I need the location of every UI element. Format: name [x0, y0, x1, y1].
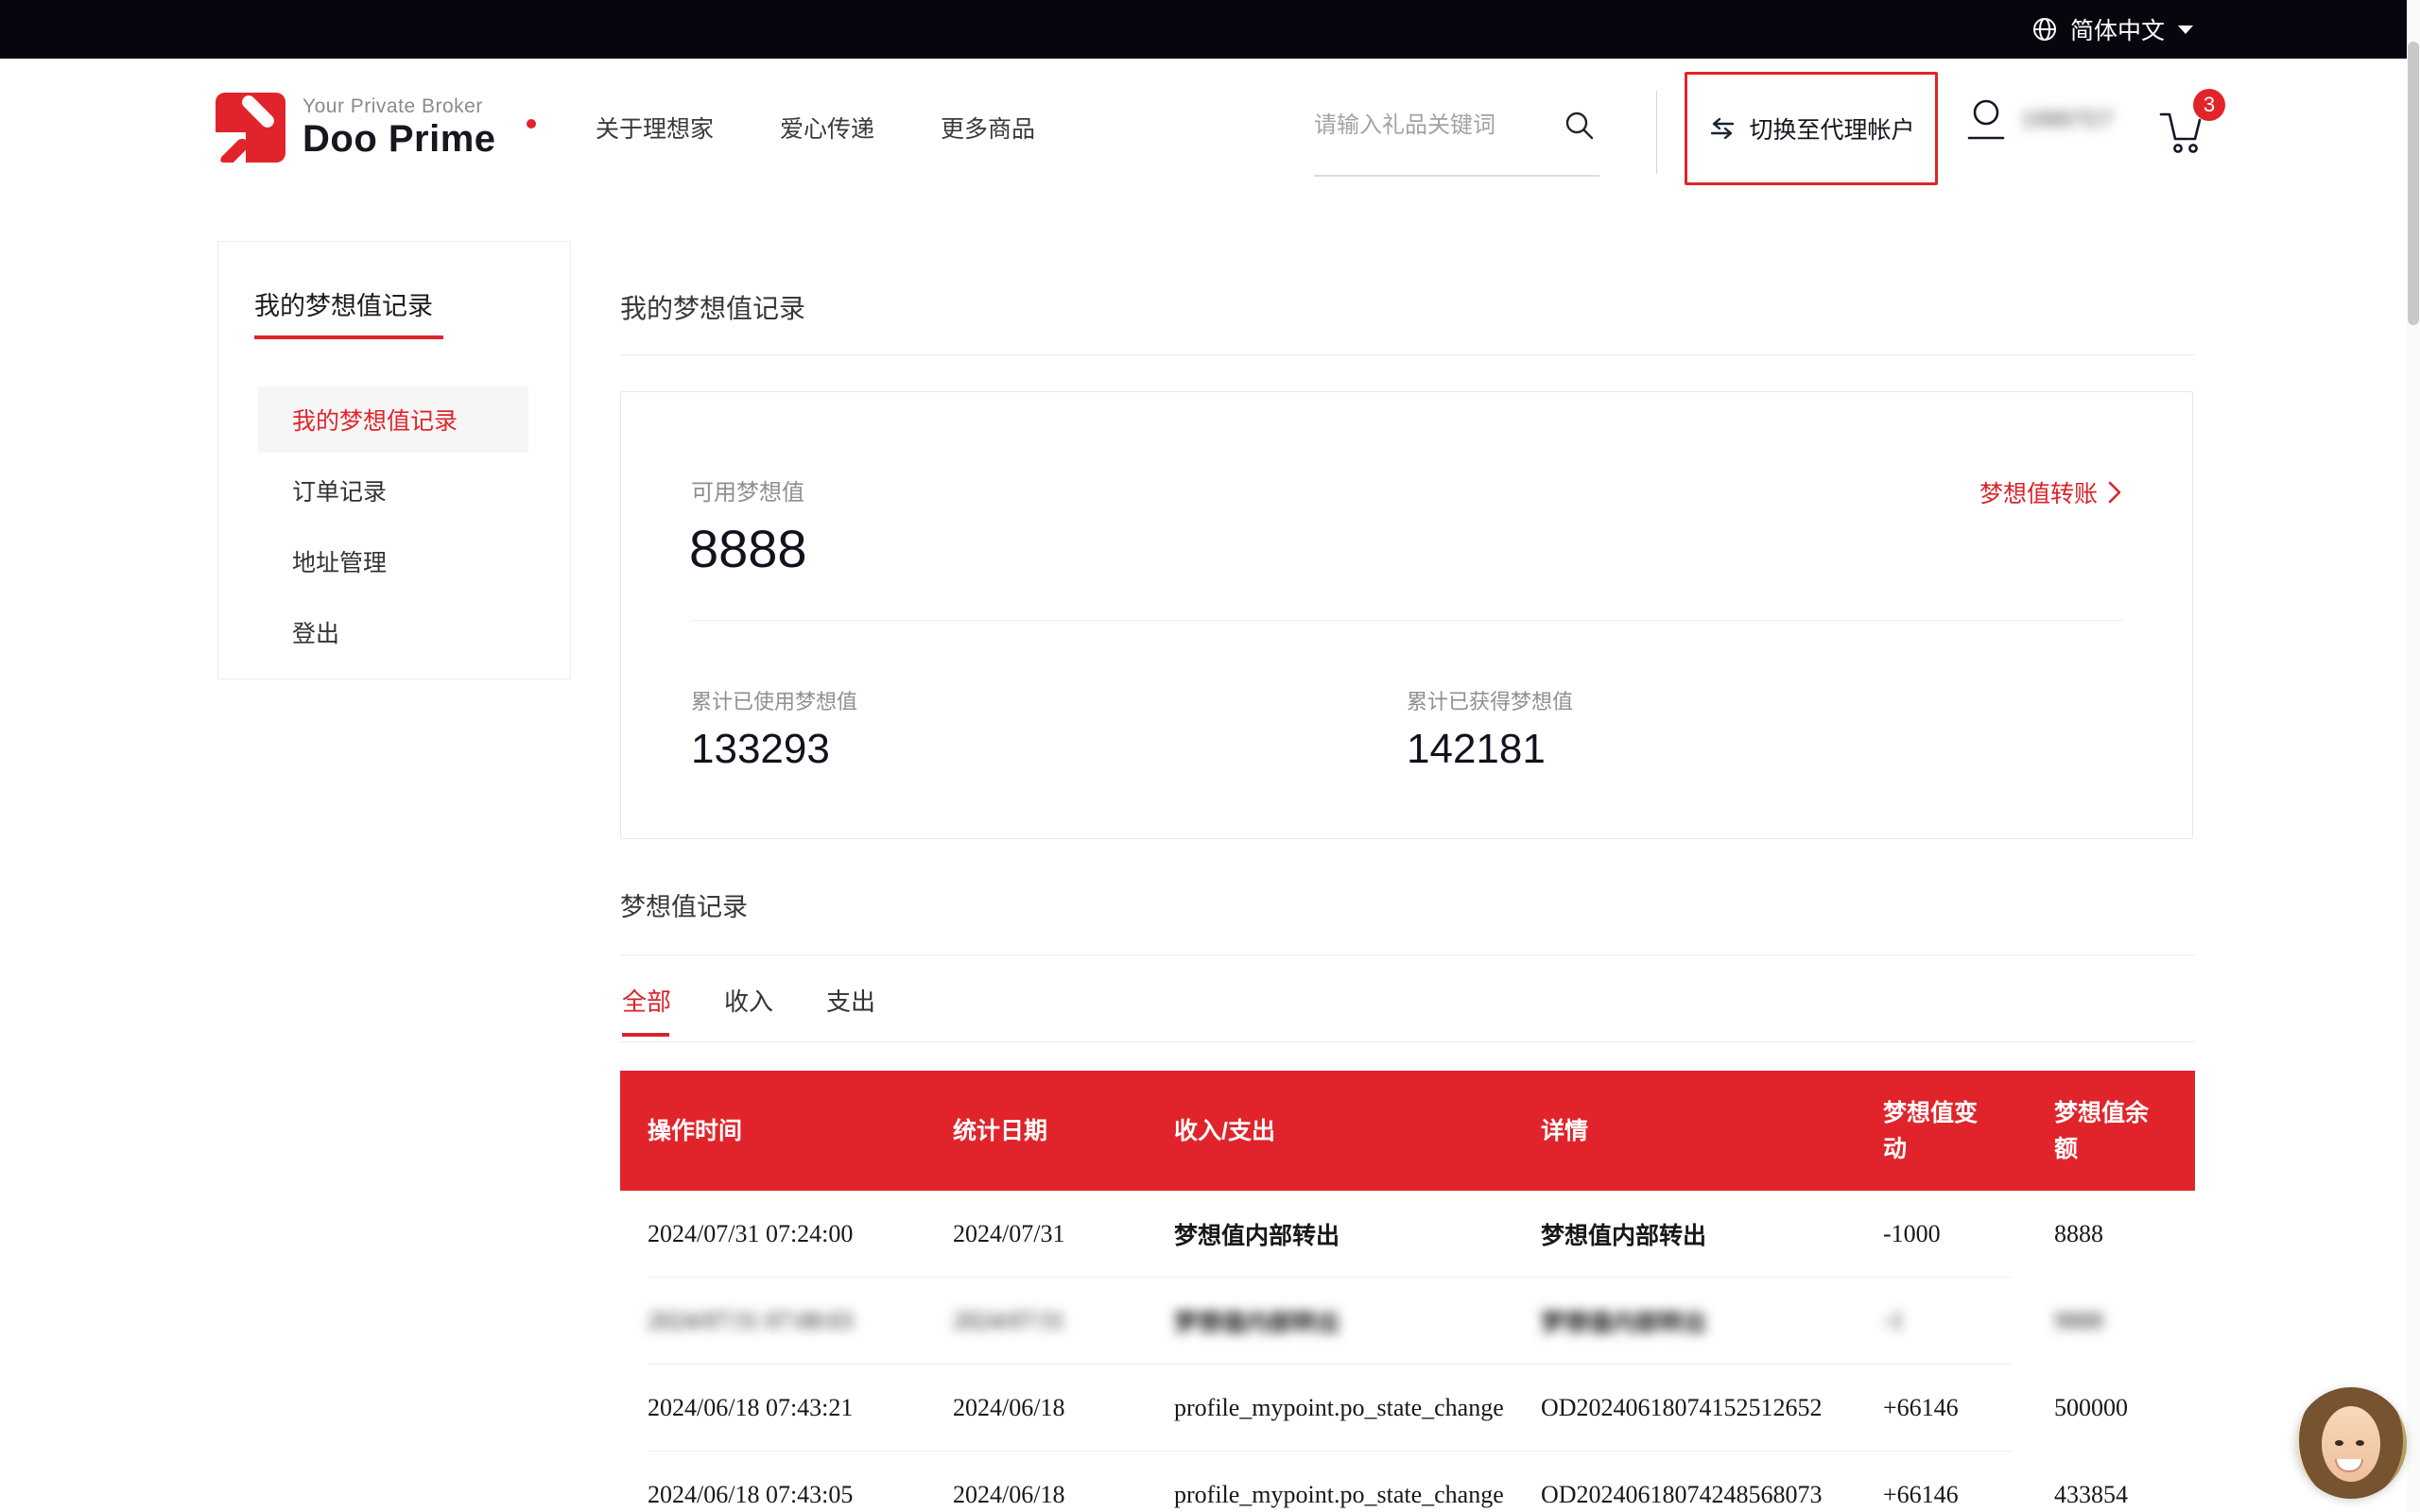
cell-change: -1 [1856, 1278, 2027, 1365]
cell-change: +66146 [1856, 1452, 2027, 1512]
table-header-cell: 梦想值变动 [1856, 1071, 2027, 1191]
sidebar-item-3[interactable]: 登出 [258, 599, 528, 665]
sidebar-item-2[interactable]: 地址管理 [258, 528, 528, 594]
cell-time: 2024/06/18 07:43:05 [620, 1452, 925, 1512]
table-body: 2024/07/31 07:24:002024/07/31梦想值内部转出梦想值内… [620, 1191, 2195, 1512]
brand-tagline: Your Private Broker [302, 95, 496, 118]
earned-points-value: 142181 [1407, 729, 1573, 770]
table-row: 2024/06/18 07:43:212024/06/18profile_myp… [620, 1365, 2195, 1452]
cell-balance: 9888 [2027, 1278, 2195, 1365]
points-transfer-link[interactable]: 梦想值转账 [1979, 475, 2122, 509]
brand-logo[interactable]: Your Private Broker Doo Prime [216, 93, 496, 163]
sidebar: 我的梦想值记录 我的梦想值记录订单记录地址管理登出 [217, 241, 571, 679]
sidebar-item-1[interactable]: 订单记录 [258, 457, 528, 524]
cell-date: 2024/06/18 [925, 1365, 1147, 1452]
table-header: 操作时间统计日期收入/支出详情梦想值变动梦想值余额 [620, 1071, 2195, 1191]
tab-2[interactable]: 支出 [826, 983, 875, 1035]
logo-mark-icon [216, 93, 285, 163]
cell-time: 2024/07/31 07:08:03 [620, 1278, 925, 1365]
sidebar-title-underline [254, 335, 443, 339]
scrollbar-thumb[interactable] [2408, 42, 2419, 325]
cell-type: profile_mypoint.po_state_change [1147, 1365, 1513, 1452]
cell-detail: 梦想值内部转出 [1513, 1278, 1856, 1365]
table-header-cell: 操作时间 [620, 1071, 925, 1191]
table-header-cell: 梦想值余额 [2027, 1071, 2195, 1191]
cart-count-badge: 3 [2193, 89, 2225, 121]
records-tabs: 全部 收入 支出 [622, 983, 875, 1035]
cell-type: 梦想值内部转出 [1147, 1191, 1513, 1278]
cell-balance: 433854 [2027, 1452, 2195, 1512]
sidebar-item-0[interactable]: 我的梦想值记录 [258, 387, 528, 453]
cell-date: 2024/07/31 [925, 1278, 1147, 1365]
cell-date: 2024/06/18 [925, 1452, 1147, 1512]
table-row: 2024/07/31 07:24:002024/07/31梦想值内部转出梦想值内… [620, 1191, 2195, 1278]
available-points-value: 8888 [689, 523, 807, 576]
table-header-cell: 统计日期 [925, 1071, 1147, 1191]
earned-points-stat: 累计已获得梦想值 142181 [1407, 685, 1573, 770]
points-card: 可用梦想值 8888 梦想值转账 累计已使用梦想值 133293 累计已获得梦想… [620, 391, 2193, 839]
table-header-cell: 收入/支出 [1147, 1071, 1513, 1191]
cell-change: -1000 [1856, 1191, 2027, 1278]
card-divider [691, 620, 2124, 621]
used-points-label: 累计已使用梦想值 [691, 685, 857, 715]
used-points-stat: 累计已使用梦想值 133293 [691, 685, 857, 770]
chat-avatar-widget[interactable] [2295, 1387, 2407, 1499]
tab-0[interactable]: 全部 [622, 983, 671, 1035]
cell-type: profile_mypoint.po_state_change [1147, 1452, 1513, 1512]
available-points-label: 可用梦想值 [691, 473, 804, 507]
sidebar-menu: 我的梦想值记录订单记录地址管理登出 [218, 387, 570, 665]
table-header-cell: 详情 [1513, 1071, 1856, 1191]
table-row: 2024/07/31 07:08:032024/07/31梦想值内部转出梦想值内… [620, 1278, 2195, 1365]
tab-1[interactable]: 收入 [724, 983, 773, 1035]
earned-points-label: 累计已获得梦想值 [1407, 685, 1573, 715]
tabs-divider [620, 1041, 2195, 1042]
logo-text: Your Private Broker Doo Prime [302, 95, 496, 160]
cell-time: 2024/06/18 07:43:21 [620, 1365, 925, 1452]
page-title: 我的梦想值记录 [620, 288, 805, 326]
divider [620, 954, 2195, 955]
brand-dot [527, 119, 536, 129]
divider [620, 354, 2195, 355]
chevron-right-icon [2107, 480, 2122, 505]
brand-name: Doo Prime [302, 118, 496, 160]
cell-balance: 8888 [2027, 1191, 2195, 1278]
cell-time: 2024/07/31 07:24:00 [620, 1191, 925, 1278]
cell-detail: OD20240618074152512652 [1513, 1365, 1856, 1452]
cell-balance: 500000 [2027, 1365, 2195, 1452]
cell-detail: 梦想值内部转出 [1513, 1191, 1856, 1278]
used-points-value: 133293 [691, 729, 857, 770]
cell-detail: OD20240618074248568073 [1513, 1452, 1856, 1512]
sidebar-title: 我的梦想值记录 [254, 285, 570, 322]
cell-type: 梦想值内部转出 [1147, 1278, 1513, 1365]
cell-date: 2024/07/31 [925, 1191, 1147, 1278]
points-transfer-label: 梦想值转账 [1979, 475, 2098, 509]
records-section-title: 梦想值记录 [620, 886, 748, 923]
main-content: 我的梦想值记录 可用梦想值 8888 梦想值转账 累计已使用梦想值 133293… [620, 0, 2195, 1512]
table-row: 2024/06/18 07:43:052024/06/18profile_myp… [620, 1452, 2195, 1512]
cell-change: +66146 [1856, 1365, 2027, 1452]
page: 简体中文 Your Private Broker Doo Prime 关于理想家… [0, 0, 2420, 1512]
